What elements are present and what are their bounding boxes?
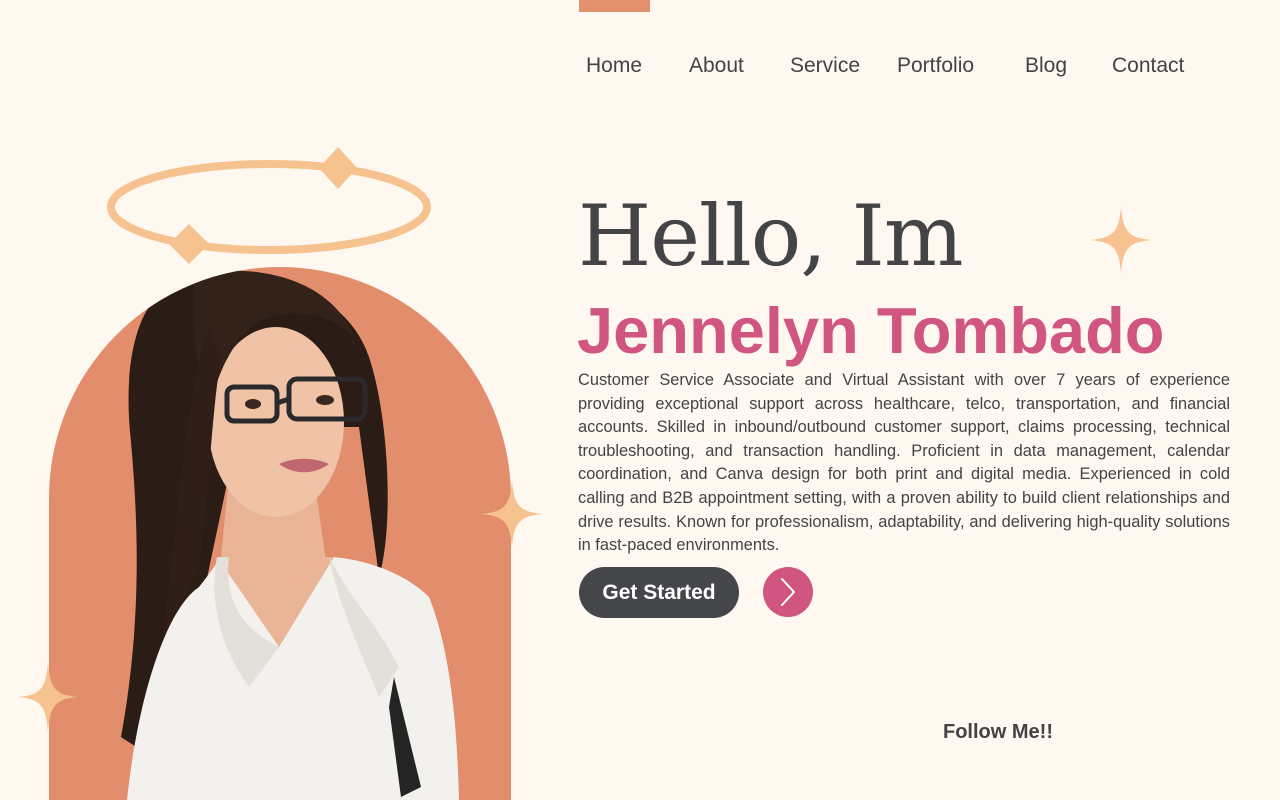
halo-icon	[107, 147, 431, 264]
greeting-heading: Hello, Im	[578, 187, 964, 285]
main-nav: Home About Service Portfolio Blog Contac…	[0, 54, 1280, 84]
nav-link-portfolio[interactable]: Portfolio	[897, 54, 974, 78]
get-started-button[interactable]: Get Started	[579, 567, 739, 618]
top-accent-bar	[579, 0, 650, 12]
nav-link-blog[interactable]: Blog	[1025, 54, 1067, 78]
nav-link-contact[interactable]: Contact	[1112, 54, 1184, 78]
next-arrow-button[interactable]	[763, 567, 813, 617]
chevron-right-icon	[781, 578, 795, 606]
profile-photo	[121, 270, 459, 800]
sparkle-icon	[481, 480, 543, 548]
sparkle-icon	[18, 662, 78, 732]
follow-me-label: Follow Me!!	[943, 721, 1053, 743]
nav-link-about[interactable]: About	[689, 54, 744, 78]
nav-link-service[interactable]: Service	[790, 54, 860, 78]
bio-paragraph: Customer Service Associate and Virtual A…	[578, 371, 1230, 555]
portrait-arch	[49, 267, 511, 800]
nav-link-home[interactable]: Home	[586, 54, 642, 78]
sparkle-icon	[1090, 207, 1152, 273]
name-heading: Jennelyn Tombado	[577, 294, 1165, 367]
